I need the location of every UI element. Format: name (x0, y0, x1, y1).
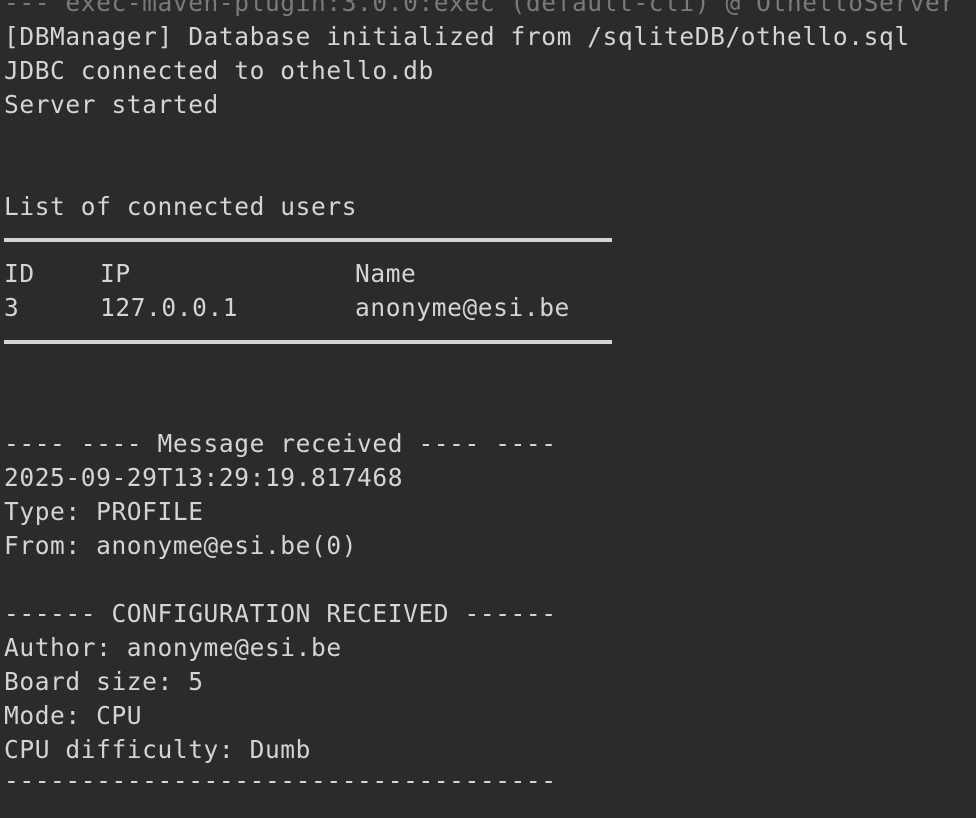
configuration-footer-rule: ------------------------------------ (4, 766, 557, 795)
server-started-log-line: Server started (4, 90, 219, 119)
db-init-log-line: [DBManager] Database initialized from /s… (4, 22, 910, 51)
message-received-banner: ---- ---- Message received ---- ---- (4, 429, 557, 458)
users-table-header-ip: IP (100, 259, 131, 288)
configuration-mode: Mode: CPU (4, 701, 143, 730)
user-ip-cell: 127.0.0.1 (100, 293, 239, 322)
configuration-received-banner: ------ CONFIGURATION RECEIVED ------ (4, 599, 557, 628)
connected-users-title: List of connected users (4, 192, 358, 221)
message-type: Type: PROFILE (4, 497, 204, 526)
jdbc-connected-log-line: JDBC connected to othello.db (4, 56, 434, 85)
terminal-window: --- exec-maven-plugin:3.0.0:exec (defaul… (0, 0, 976, 818)
maven-exec-header-line: --- exec-maven-plugin:3.0.0:exec (defaul… (4, 0, 956, 17)
users-table-header-name: Name (355, 259, 417, 288)
message-from: From: anonyme@esi.be(0) (4, 531, 358, 560)
user-id-cell: 3 (4, 293, 20, 322)
configuration-board-size: Board size: 5 (4, 667, 204, 696)
message-timestamp: 2025-09-29T13:29:19.817468 (4, 463, 404, 492)
configuration-cpu-difficulty: CPU difficulty: Dumb (4, 735, 312, 764)
users-table-header-id: ID (4, 259, 35, 288)
user-name-cell: anonyme@esi.be (355, 293, 570, 322)
users-table-top-rule (4, 238, 612, 242)
configuration-author: Author: anonyme@esi.be (4, 633, 342, 662)
users-table-bottom-rule (4, 340, 612, 344)
